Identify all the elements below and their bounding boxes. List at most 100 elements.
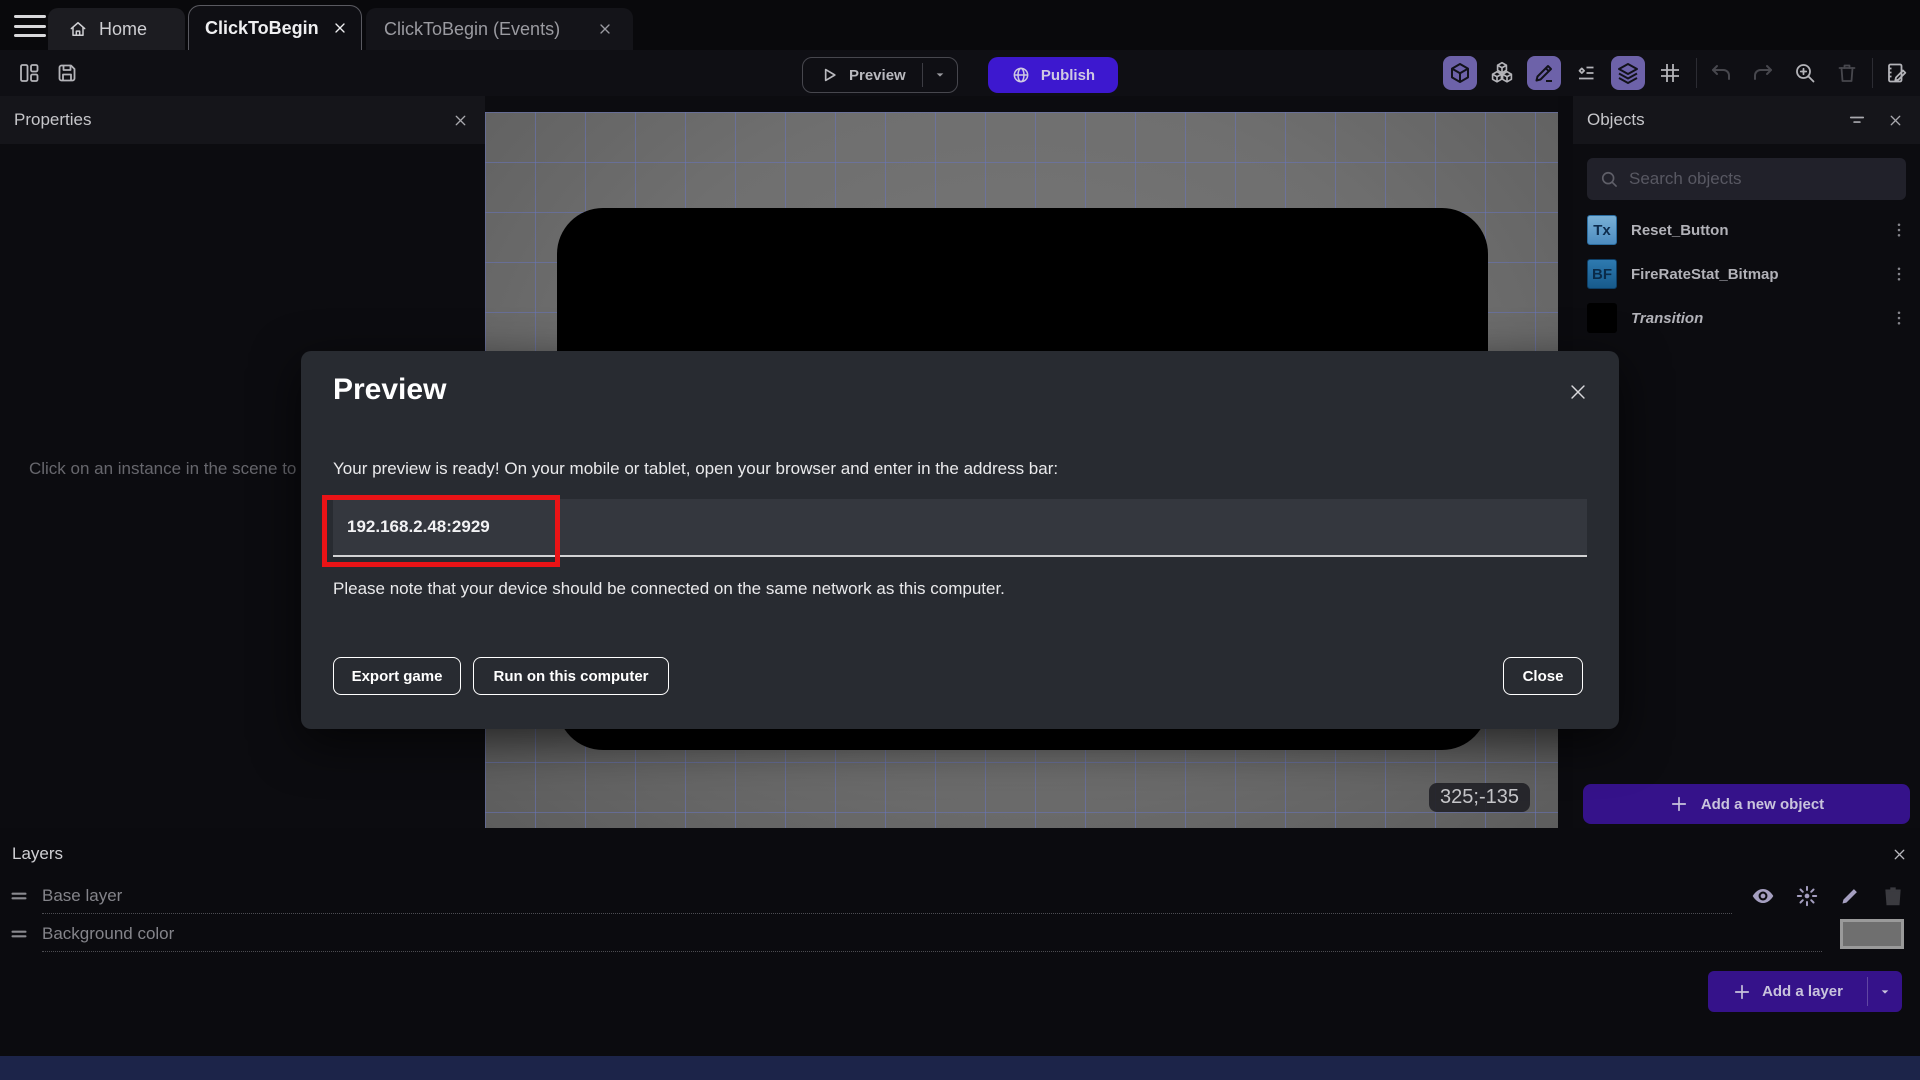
instances-list-button[interactable] [1485,56,1519,90]
tab-label: ClickToBegin [205,17,319,38]
kebab-menu-icon [1897,223,1901,237]
objects-list-button[interactable] [1569,56,1603,90]
plus-icon [1734,984,1750,999]
save-button[interactable] [50,56,84,90]
layer-row-background-color[interactable]: Background color [0,916,1912,952]
undo-button[interactable] [1704,56,1738,90]
panels-layout-button[interactable] [12,56,46,90]
text-object-icon: Tx [1587,215,1617,245]
object-row[interactable]: BF FireRateStat_Bitmap [1573,252,1920,296]
layers-close-button[interactable] [1889,844,1910,865]
tab-clicktobegin-events[interactable]: ClickToBegin (Events) [366,8,633,50]
layout-icon [20,64,39,82]
object-menu-button[interactable] [1886,305,1912,331]
tab-clicktobegin[interactable]: ClickToBegin [188,5,362,50]
tab-label: ClickToBegin (Events) [384,18,561,39]
tab-home[interactable]: Home [48,8,185,50]
globe-icon [1013,67,1029,83]
drag-handle-icon[interactable] [8,885,38,907]
close-dialog-button[interactable]: Close [1503,657,1583,695]
layer-name: Base layer [42,885,123,905]
preview-options-button[interactable] [923,58,957,92]
properties-title: Properties [14,110,92,129]
pencil-icon [1842,889,1857,904]
save-icon [58,64,76,82]
filter-icon [1849,116,1865,123]
layers-icon [1618,63,1638,84]
drag-handle-icon[interactable] [8,923,38,945]
add-layer-button[interactable]: Add a layer [1708,971,1902,1012]
bitmap-font-object-icon: BF [1587,259,1617,289]
plus-icon [1671,796,1686,812]
toggle-3d-view-button[interactable] [1443,56,1477,90]
close-icon [600,24,610,34]
zoom-button[interactable] [1788,56,1822,90]
background-color-swatch[interactable] [1840,919,1904,949]
redo-button[interactable] [1746,56,1780,90]
delete-button[interactable] [1830,56,1864,90]
close-icon [1571,385,1585,399]
cube-icon [1451,63,1469,83]
redo-icon [1754,65,1772,80]
close-icon [1894,849,1905,860]
chevron-down-icon [1881,989,1889,994]
objects-header: Objects [1573,96,1920,144]
add-new-object-button[interactable]: Add a new object [1583,784,1910,824]
layer-effects-button[interactable] [1794,883,1820,909]
objects-title: Objects [1587,110,1645,129]
trash-icon [1885,887,1901,906]
tab-bar: Home ClickToBegin ClickToBegin (Events) [0,0,1920,50]
toolbar-divider [1872,58,1873,88]
edit-mode-button[interactable] [1527,56,1561,90]
layer-name: Background color [42,923,175,943]
object-menu-button[interactable] [1886,261,1912,287]
object-list-icon [1578,66,1594,80]
trash-icon [1838,64,1856,82]
home-icon [70,22,86,36]
grid-button[interactable] [1653,56,1687,90]
objects-search [1587,158,1906,200]
run-on-this-computer-button[interactable]: Run on this computer [473,657,669,695]
chevron-down-icon [936,73,944,77]
search-input[interactable] [1629,169,1894,189]
tab-close-button[interactable] [330,18,350,38]
layer-row-base[interactable]: Base layer [0,878,1912,914]
layers-title: Layers [12,844,64,863]
properties-header: Properties [0,96,485,144]
main-menu-button[interactable] [12,13,48,39]
undo-icon [1712,65,1730,80]
edit-events-button[interactable] [1880,56,1914,90]
object-menu-button[interactable] [1886,217,1912,243]
layer-delete-button[interactable] [1880,883,1906,909]
layer-visibility-button[interactable] [1750,883,1776,909]
object-row[interactable]: Tx Reset_Button [1573,208,1920,252]
preview-label: Preview [849,66,906,84]
objects-filter-button[interactable] [1845,108,1869,132]
layers-panel-button[interactable] [1611,56,1645,90]
dialog-message: Your preview is ready! On your mobile or… [333,459,1059,478]
close-icon [335,23,345,33]
objects-list: Tx Reset_Button BF FireRateStat_Bitmap T… [1573,208,1920,340]
properties-close-button[interactable] [450,110,471,131]
objects-close-button[interactable] [1885,110,1906,131]
object-row[interactable]: Transition [1573,296,1920,340]
publish-button[interactable]: Publish [988,57,1118,93]
preview-dialog: Preview Your preview is ready! On your m… [301,351,1619,729]
preview-address-field[interactable] [333,499,1587,557]
add-layer-label: Add a layer [1762,983,1843,1000]
preview-button[interactable]: Preview [802,57,958,93]
add-layer-options-button[interactable] [1868,971,1902,1012]
search-icon [1601,171,1617,187]
grid-icon [1661,64,1679,82]
object-name: Reset_Button [1631,221,1729,239]
export-game-button[interactable]: Export game [333,657,461,695]
toolbar-divider [1696,58,1697,88]
objects-panel: Objects Tx Reset_Button BF FireRateStat_… [1573,96,1920,828]
tab-close-button[interactable] [595,19,615,39]
toolbar: Preview Publish [0,50,1920,96]
tab-label: Home [99,18,148,39]
layer-edit-button[interactable] [1838,884,1862,908]
hamburger-icon [14,15,46,18]
events-sheet-icon [1888,63,1907,83]
dialog-close-button[interactable] [1565,379,1591,405]
